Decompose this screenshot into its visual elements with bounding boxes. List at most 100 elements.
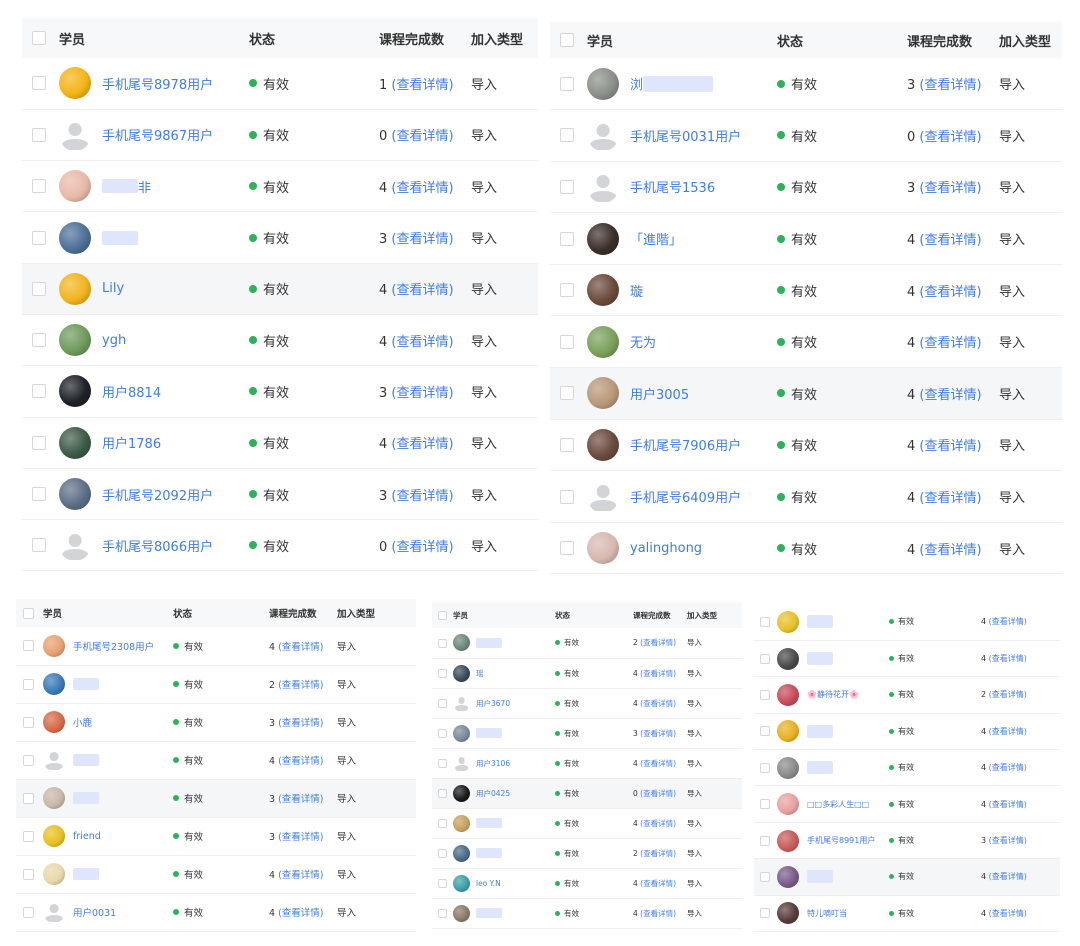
student-name-link[interactable]: 「進階」 bbox=[630, 229, 682, 248]
view-details-link[interactable]: (查看详情) bbox=[640, 909, 676, 918]
view-details-link[interactable]: (查看详情) bbox=[391, 129, 453, 144]
student-name-link[interactable]: 手机尾号1536 bbox=[630, 177, 715, 196]
select-all-checkbox[interactable] bbox=[23, 607, 34, 619]
view-details-link[interactable]: (查看详情) bbox=[640, 789, 676, 798]
row-checkbox[interactable] bbox=[23, 830, 34, 842]
row-checkbox[interactable] bbox=[438, 728, 447, 738]
row-checkbox[interactable] bbox=[32, 333, 46, 348]
row-checkbox[interactable] bbox=[760, 653, 770, 664]
row-checkbox[interactable] bbox=[23, 906, 34, 918]
student-name-link[interactable]: 🌸静待花开🌸 bbox=[807, 689, 859, 700]
view-details-link[interactable]: (查看详情) bbox=[640, 638, 676, 647]
view-details-link[interactable]: (查看详情) bbox=[989, 836, 1027, 845]
view-details-link[interactable]: (查看详情) bbox=[989, 800, 1027, 809]
student-name-link[interactable]: 手机尾号0031用户 bbox=[630, 126, 741, 145]
row-checkbox[interactable] bbox=[760, 908, 770, 919]
row-checkbox[interactable] bbox=[438, 848, 447, 858]
student-name-link[interactable]: yalinghong bbox=[630, 541, 702, 556]
student-name-link[interactable]: 用户3106 bbox=[476, 758, 510, 769]
row-checkbox[interactable] bbox=[438, 878, 447, 888]
row-checkbox[interactable] bbox=[760, 762, 770, 773]
view-details-link[interactable]: (查看详情) bbox=[278, 908, 323, 919]
row-checkbox[interactable] bbox=[760, 835, 770, 846]
row-checkbox[interactable] bbox=[23, 792, 34, 804]
view-details-link[interactable]: (查看详情) bbox=[989, 909, 1027, 918]
student-name-link[interactable]: 用户8814 bbox=[102, 382, 161, 401]
view-details-link[interactable]: (查看详情) bbox=[640, 699, 676, 708]
row-checkbox[interactable] bbox=[438, 698, 447, 708]
student-name-link[interactable]: 手机尾号2308用户 bbox=[73, 639, 154, 653]
student-name-link[interactable]: 手机尾号8978用户 bbox=[102, 74, 213, 93]
student-name-link[interactable]: 用户3005 bbox=[630, 384, 689, 403]
view-details-link[interactable]: (查看详情) bbox=[989, 872, 1027, 881]
student-name-link[interactable]: 用户0425 bbox=[476, 788, 510, 799]
row-checkbox[interactable] bbox=[23, 868, 34, 880]
view-details-link[interactable]: (查看详情) bbox=[640, 879, 676, 888]
view-details-link[interactable]: (查看详情) bbox=[919, 285, 981, 300]
student-name-link[interactable]: leo Y.N bbox=[476, 879, 501, 888]
row-checkbox[interactable] bbox=[560, 489, 574, 504]
row-checkbox[interactable] bbox=[560, 541, 574, 556]
view-details-link[interactable]: (查看详情) bbox=[640, 819, 676, 828]
view-details-link[interactable]: (查看详情) bbox=[989, 727, 1027, 736]
row-checkbox[interactable] bbox=[32, 487, 46, 502]
view-details-link[interactable]: (查看详情) bbox=[640, 849, 676, 858]
view-details-link[interactable]: (查看详情) bbox=[391, 232, 453, 247]
view-details-link[interactable]: (查看详情) bbox=[391, 540, 453, 555]
view-details-link[interactable]: (查看详情) bbox=[391, 181, 453, 196]
student-name-link[interactable]: 手机尾号8066用户 bbox=[102, 536, 213, 555]
student-name-link[interactable]: 手机尾号8991用户 bbox=[807, 835, 875, 846]
view-details-link[interactable]: (查看详情) bbox=[391, 335, 453, 350]
view-details-link[interactable]: (查看详情) bbox=[919, 233, 981, 248]
student-name-link[interactable]: Lily bbox=[102, 281, 124, 296]
view-details-link[interactable]: (查看详情) bbox=[391, 386, 453, 401]
row-checkbox[interactable] bbox=[32, 435, 46, 450]
row-checkbox[interactable] bbox=[32, 127, 46, 142]
view-details-link[interactable]: (查看详情) bbox=[989, 763, 1027, 772]
row-checkbox[interactable] bbox=[560, 128, 574, 143]
student-name-link[interactable]: 璇 bbox=[630, 281, 643, 300]
row-checkbox[interactable] bbox=[438, 788, 447, 798]
view-details-link[interactable]: (查看详情) bbox=[640, 669, 676, 678]
view-details-link[interactable]: (查看详情) bbox=[391, 437, 453, 452]
view-details-link[interactable]: (查看详情) bbox=[391, 78, 453, 93]
view-details-link[interactable]: (查看详情) bbox=[278, 680, 323, 691]
row-checkbox[interactable] bbox=[560, 76, 574, 91]
view-details-link[interactable]: (查看详情) bbox=[640, 729, 676, 738]
student-name-link[interactable]: 手机尾号9867用户 bbox=[102, 125, 213, 144]
row-checkbox[interactable] bbox=[760, 616, 770, 627]
row-checkbox[interactable] bbox=[438, 668, 447, 678]
row-checkbox[interactable] bbox=[438, 908, 447, 918]
student-name-link[interactable]: 无为 bbox=[630, 332, 656, 351]
view-details-link[interactable]: (查看详情) bbox=[919, 543, 981, 558]
student-name-link[interactable]: 浏 bbox=[630, 74, 643, 93]
view-details-link[interactable]: (查看详情) bbox=[989, 617, 1027, 626]
student-name-link[interactable]: 用户0031 bbox=[73, 905, 116, 919]
row-checkbox[interactable] bbox=[560, 179, 574, 194]
row-checkbox[interactable] bbox=[438, 638, 447, 648]
student-name-link[interactable]: 用户3670 bbox=[476, 698, 510, 709]
student-name-link[interactable]: 小鹿 bbox=[73, 715, 92, 729]
row-checkbox[interactable] bbox=[760, 689, 770, 700]
row-checkbox[interactable] bbox=[32, 281, 46, 296]
view-details-link[interactable]: (查看详情) bbox=[919, 181, 981, 196]
view-details-link[interactable]: (查看详情) bbox=[391, 489, 453, 504]
row-checkbox[interactable] bbox=[760, 726, 770, 737]
row-checkbox[interactable] bbox=[32, 76, 46, 91]
select-all-checkbox[interactable] bbox=[560, 33, 574, 47]
row-checkbox[interactable] bbox=[32, 230, 46, 245]
row-checkbox[interactable] bbox=[32, 179, 46, 194]
row-checkbox[interactable] bbox=[760, 799, 770, 810]
row-checkbox[interactable] bbox=[560, 386, 574, 401]
view-details-link[interactable]: (查看详情) bbox=[989, 654, 1027, 663]
row-checkbox[interactable] bbox=[32, 384, 46, 399]
row-checkbox[interactable] bbox=[560, 231, 574, 246]
view-details-link[interactable]: (查看详情) bbox=[278, 756, 323, 767]
view-details-link[interactable]: (查看详情) bbox=[919, 78, 981, 93]
view-details-link[interactable]: (查看详情) bbox=[919, 439, 981, 454]
student-name-link[interactable]: ygh bbox=[102, 333, 126, 348]
view-details-link[interactable]: (查看详情) bbox=[989, 690, 1027, 699]
row-checkbox[interactable] bbox=[23, 754, 34, 766]
view-details-link[interactable]: (查看详情) bbox=[278, 832, 323, 843]
row-checkbox[interactable] bbox=[560, 437, 574, 452]
